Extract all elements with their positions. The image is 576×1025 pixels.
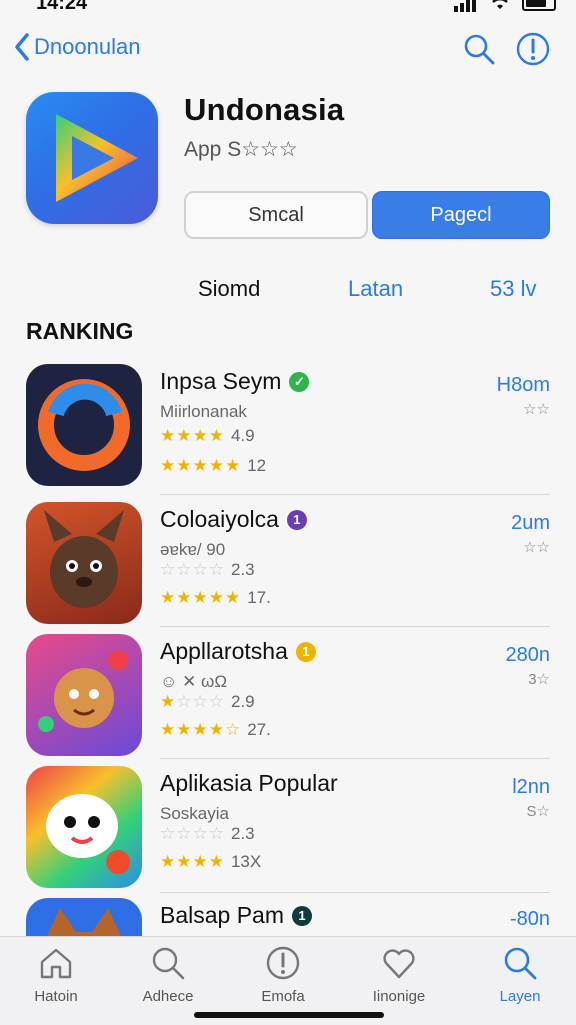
rating-stars: ☆☆☆☆ 2.3 [160,560,255,579]
rating-stars: ★★★★☆ 27. [160,720,271,739]
back-button[interactable]: Dnoonulan [14,32,140,62]
app-name: Aplikasia Popular [160,770,338,796]
search-icon [504,947,537,980]
app-size: l2nn [512,776,550,798]
list-item[interactable]: Balsap Pam 1 -80n [0,898,576,936]
primary-button[interactable]: Pagecl [372,191,550,239]
warning-badge-icon: 1 [295,641,316,662]
list-item[interactable]: Inpsa Seym ✓ Miirlonanak ★★★★ 4.9 ★★★★★ 12 … [0,364,576,496]
tab-label: Adhece [142,988,194,1005]
tab-info[interactable]: Emofa [233,945,333,1005]
tab-3[interactable]: 53 lv [490,276,536,302]
app-title: Undonasia [184,92,345,127]
tab-label: Emofa [261,988,305,1005]
tab-search[interactable]: Adhece [118,945,218,1005]
app-name: Balsap Pam 1 [160,902,313,929]
rating-stars: ★ ☆☆☆ 2.9 [160,692,255,711]
app-meta: ☆☆ [523,401,550,418]
info-badge-icon: 1 [292,905,313,926]
chevron-left-icon [15,33,29,61]
app-icon [26,898,142,936]
rating-stars: ★★★★ 13X [160,852,262,871]
app-icon [26,634,142,756]
app-developer: Soskayia [160,804,229,823]
app-size: 280n [505,644,551,666]
search-icon[interactable] [462,32,496,66]
nav-bar: Dnoonulan [0,26,576,74]
segment-tabs: Siomd Latan 53 lv [0,276,576,306]
app-name: Appllarotsha 1 [160,638,316,665]
app-meta: S☆ [526,803,550,820]
rating-stars: ★★★★★ 12 [160,456,267,475]
secondary-button[interactable]: Smcal [184,191,368,239]
wifi-icon [492,0,508,9]
play-logo-icon [56,114,138,202]
tab-search-active[interactable]: Layen [470,945,570,1005]
app-developer: ☺ ✕ ωΩ [160,672,228,691]
app-icon [26,502,142,624]
tab-label: Hatoin [34,988,78,1005]
home-indicator [194,1012,384,1018]
app-name: Inpsa Seym ✓ [160,368,310,395]
tab-1[interactable]: Siomd [198,276,260,302]
app-meta: ☆☆ [523,539,550,556]
list-item[interactable]: Appllarotsha 1 ☺ ✕ ωΩ ★ ☆☆☆ 2.9 ★★★★☆ 27. 28… [0,634,576,766]
home-icon [40,948,72,979]
tab-2[interactable]: Latan [348,276,403,302]
info-badge-icon: 1 [286,509,307,530]
tab-home[interactable]: Hatoin [6,945,106,1005]
app-size: 2um [511,512,550,534]
app-icon [26,766,142,888]
tab-label: Layen [499,988,541,1005]
battery-icon [522,0,556,11]
app-meta: 3☆ [528,671,550,688]
divider [160,494,550,495]
app-icon [26,364,142,486]
status-icons [454,0,556,12]
info-icon [266,946,300,980]
divider [160,626,550,627]
heart-icon [383,949,415,979]
app-subtitle: App S☆☆☆ [184,138,298,161]
list-item[interactable]: Aplikasia Popular Soskayia ☆☆☆☆ 2.3 ★★★★ 1… [0,766,576,898]
app-developer: ǝɐkɐ/ 90 [160,540,226,559]
rating-stars: ★★★★ 4.9 [160,426,255,445]
tab-favorites[interactable]: Iinonige [349,945,449,1005]
app-size: H8om [496,374,550,396]
section-title: RANKING [26,318,134,344]
signal-icon [454,0,478,12]
divider [160,758,550,759]
app-developer: Miirlonanak [160,402,247,421]
rating-stars: ★★★★★ 17. [160,588,271,607]
verified-badge-icon: ✓ [289,371,310,392]
status-bar: 14:24 [0,0,576,22]
info-icon[interactable] [516,32,550,66]
app-icon-large [26,92,158,224]
divider [160,892,550,893]
app-size: -80n [509,908,550,930]
status-time: 14:24 [36,0,88,14]
rating-stars: ☆☆☆☆ 2.3 [160,824,255,843]
back-label: Dnoonulan [34,34,141,59]
list-item[interactable]: Coloaiyolca 1 ǝɐkɐ/ 90 ☆☆☆☆ 2.3 ★★★★★ 17. 2… [0,502,576,634]
app-name: Coloaiyolca 1 [160,506,307,533]
search-icon [152,947,185,980]
tab-label: Iinonige [372,988,426,1005]
